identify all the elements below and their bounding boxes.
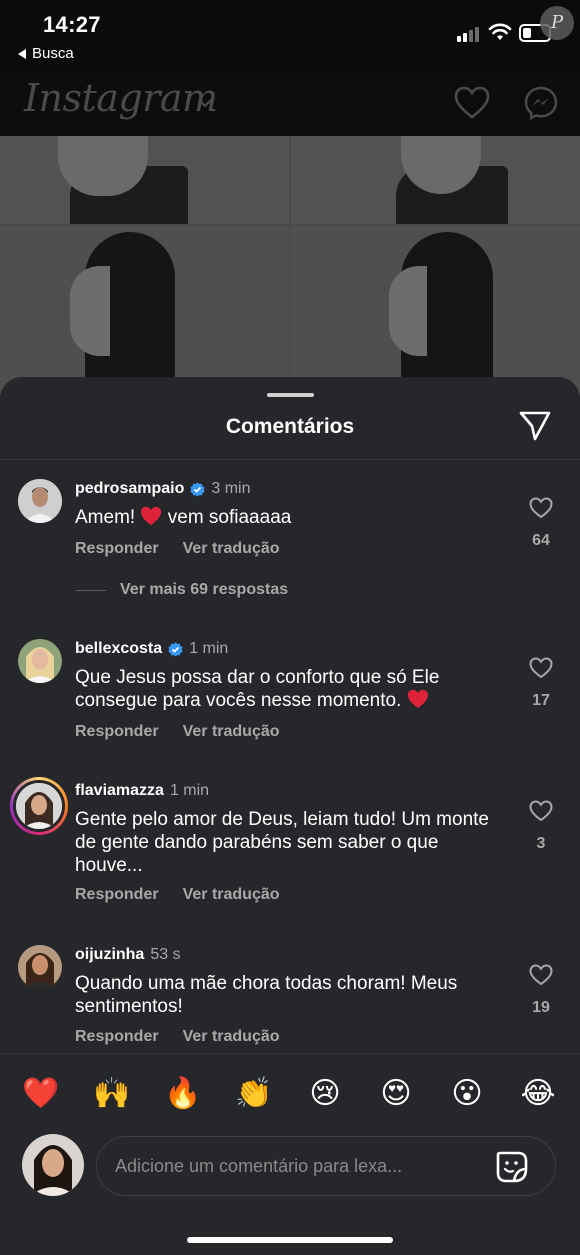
view-more-replies-label: Ver mais 69 respostas [120,581,289,598]
feed-photo-face [70,266,110,356]
like-heart-icon[interactable] [529,497,553,519]
like-count: 64 [532,532,550,549]
comment-actions: Responder Ver tradução [75,886,280,904]
emoji-crying-button[interactable]: 😢 [305,1074,345,1114]
comment-actions: Responder Ver tradução [75,723,280,741]
comment-username[interactable]: pedrosampaio [75,480,184,498]
comment-header: pedrosampaio 3 min [75,480,250,498]
instagram-header: Instagram [0,70,580,136]
avatar-portrait [22,1134,84,1196]
see-translation-button[interactable]: Ver tradução [183,1028,280,1046]
activity-heart-icon[interactable] [454,86,490,120]
comment-header: flaviamazza 1 min [75,782,209,800]
emoji-surprised-button[interactable]: 😮 [447,1074,487,1114]
comment-composer-bar: ❤️ 🙌 🔥 👏 😢 😍 😮 😂 [0,1053,580,1255]
avatar-portrait [18,945,62,989]
emoji-heart-button[interactable]: ❤️ [21,1074,61,1114]
comment-time: 3 min [211,480,251,497]
avatar[interactable] [18,639,62,683]
comment-actions: Responder Ver tradução [75,1028,280,1046]
comment-input[interactable] [115,1137,485,1195]
see-translation-button[interactable]: Ver tradução [183,886,280,904]
comment-text-part: Amem! [75,507,136,528]
reply-button[interactable]: Responder [75,886,159,904]
emoji-clapping-button[interactable]: 👏 [234,1074,274,1114]
see-translation-button[interactable]: Ver tradução [183,540,280,558]
see-translation-button[interactable]: Ver tradução [183,723,280,741]
comment-text: Que Jesus possa dar o conforto que só El… [75,666,495,712]
emoji-fire-button[interactable]: 🔥 [163,1074,203,1114]
avatar-portrait [16,783,62,829]
back-link-label: Busca [32,45,74,62]
red-heart-emoji-icon [141,506,162,526]
current-user-avatar [22,1134,84,1196]
avatar-portrait [18,639,62,683]
like-heart-icon[interactable] [529,964,553,986]
comment-text: Amem! vem sofiaaaaa [75,506,505,529]
like-count: 3 [536,835,546,852]
comment-header: oijuzinha 53 s [75,946,181,964]
sheet-title: Comentários [225,415,355,438]
reply-button[interactable]: Responder [75,723,159,741]
like-control: 3 [523,800,559,853]
feed-photo-4 [291,226,580,396]
messenger-icon[interactable] [524,86,558,120]
avatar-portrait [18,479,62,523]
quick-reactions-row: ❤️ 🙌 🔥 👏 😢 😍 😮 😂 [0,1074,580,1118]
comment-time: 1 min [169,782,210,799]
like-control: 17 [523,657,559,710]
comment-time: 1 min [189,640,229,657]
comment-input-field[interactable] [96,1136,556,1196]
like-count: 17 [532,692,550,709]
like-heart-icon[interactable] [529,800,553,822]
like-control: 64 [523,497,559,550]
verified-badge-icon [190,481,205,497]
avatar[interactable] [18,945,62,989]
status-time: 14:27 [43,12,101,37]
comment-text: Quando uma mãe chora todas choram! Meus … [75,973,458,1017]
emoji-heart-eyes-button[interactable]: 😍 [376,1074,416,1114]
wifi-icon [488,23,512,40]
verified-badge-icon [168,641,183,657]
cellular-signal-icon [457,26,479,42]
comment-username[interactable]: flaviamazza [75,782,164,800]
avatar-story-ring[interactable] [10,777,68,835]
replies-line-divider [76,589,106,591]
avatar[interactable] [18,479,62,523]
feed-photo-face [389,266,427,356]
emoji-laughing-button[interactable]: 😂 [518,1074,558,1114]
red-heart-emoji-icon [407,689,428,709]
comment-username[interactable]: oijuzinha [75,946,144,964]
view-more-replies-button[interactable]: Ver mais 69 respostas [76,581,288,599]
emoji-raised-hands-button[interactable]: 🙌 [92,1074,132,1114]
sticker-gif-icon[interactable] [495,1150,529,1184]
reply-button[interactable]: Responder [75,540,159,558]
comment-username[interactable]: bellexcosta [75,640,162,658]
sheet-grabber-handle[interactable] [267,393,314,397]
comment-header: bellexcosta 1 min [75,640,228,658]
comment-text-part: Que Jesus possa dar o conforto que só El… [75,667,440,711]
comment-text-part: vem sofiaaaaa [167,507,292,528]
avatar [13,780,65,832]
like-heart-icon[interactable] [529,657,553,679]
comment-text: Gente pelo amor de Deus, leiam tudo! Um … [75,809,489,876]
home-indicator [187,1237,393,1243]
feed-photo-2 [291,136,580,224]
comment-actions: Responder Ver tradução [75,540,280,558]
feed-photo-3 [0,226,289,396]
watermark-logo: P [540,6,574,40]
back-to-search-link[interactable]: Busca [18,45,74,62]
comment-time: 53 s [150,946,181,963]
feed-photo-grid [0,136,580,396]
instagram-logo[interactable]: Instagram [24,76,218,120]
status-bar: 14:27 Busca P [0,0,580,70]
like-count: 19 [532,999,550,1016]
feed-photo-1 [0,136,289,224]
send-share-icon[interactable] [518,410,552,442]
back-triangle-icon [18,48,26,59]
chevron-down-icon[interactable] [198,98,212,108]
sheet-divider [0,459,580,460]
like-control: 19 [523,964,559,1017]
reply-button[interactable]: Responder [75,1028,159,1046]
